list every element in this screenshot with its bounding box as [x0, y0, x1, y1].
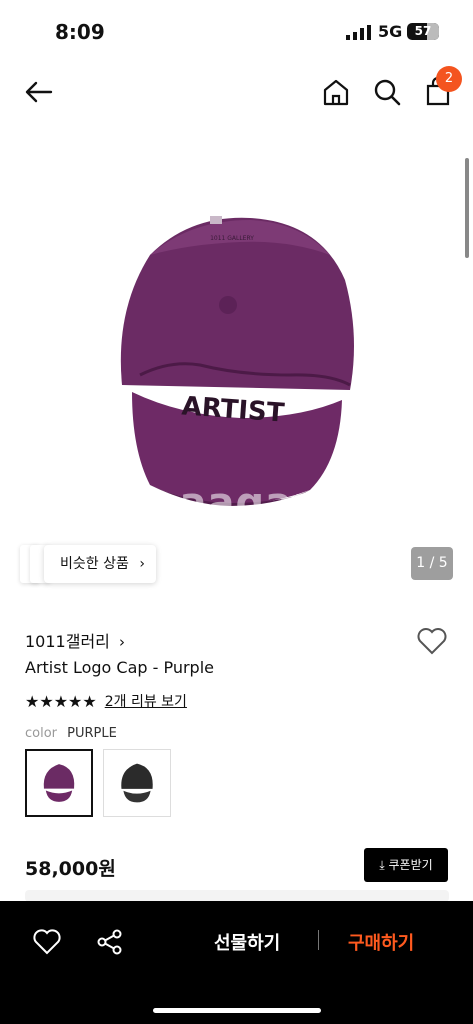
coupon-button[interactable]: ⤓ 쿠폰받기	[364, 848, 448, 882]
image-pager: 1 / 5	[411, 547, 453, 580]
wishlist-heart-icon[interactable]	[416, 626, 448, 656]
color-option-black[interactable]	[103, 749, 171, 817]
top-nav	[0, 62, 473, 126]
home-indicator	[153, 1008, 321, 1013]
color-value: PURPLE	[67, 726, 117, 741]
color-selection-label: color PURPLE	[25, 726, 117, 741]
chevron-right-icon: ›	[118, 633, 125, 651]
svg-text:1011 GALLERY: 1011 GALLERY	[210, 235, 254, 242]
chevron-right-icon: ›	[139, 556, 145, 572]
status-time: 8:09	[55, 20, 105, 44]
rating-row: ★★★★★ 2개 리뷰 보기	[25, 690, 187, 712]
similar-products-label: 비슷한 상품	[60, 556, 129, 572]
similar-products-button[interactable]: 비슷한 상품 ›	[44, 545, 156, 583]
color-key: color	[25, 726, 58, 741]
cart-count-badge: 2	[436, 66, 462, 92]
signal-icon	[346, 25, 371, 40]
product-price: 58,000원	[25, 858, 116, 880]
gift-button[interactable]: 선물하기	[214, 929, 280, 955]
review-link[interactable]: 2개 리뷰 보기	[105, 691, 187, 711]
coupon-label: 쿠폰받기	[388, 858, 433, 872]
bottom-action-bar	[0, 901, 473, 1024]
share-icon[interactable]	[95, 927, 125, 957]
heart-icon[interactable]	[32, 927, 62, 957]
buy-button[interactable]: 구매하기	[348, 929, 414, 955]
home-icon[interactable]	[320, 76, 352, 108]
search-icon[interactable]	[371, 76, 403, 108]
brand-link[interactable]: 1011갤러리 ›	[25, 628, 125, 652]
image-watermark: naagani	[150, 480, 338, 526]
color-option-purple[interactable]	[25, 749, 93, 817]
download-icon: ⤓	[379, 858, 385, 872]
battery-icon: 57	[407, 23, 439, 40]
rating-stars: ★★★★★	[25, 691, 97, 711]
battery-level: 57	[414, 24, 432, 38]
product-name: Artist Logo Cap - Purple	[25, 658, 214, 677]
status-bar: 8:09 5G 57	[0, 0, 473, 62]
network-type: 5G	[378, 22, 403, 41]
button-divider	[318, 930, 319, 950]
brand-name: 1011갤러리	[25, 632, 110, 651]
back-arrow-icon[interactable]	[23, 76, 55, 108]
